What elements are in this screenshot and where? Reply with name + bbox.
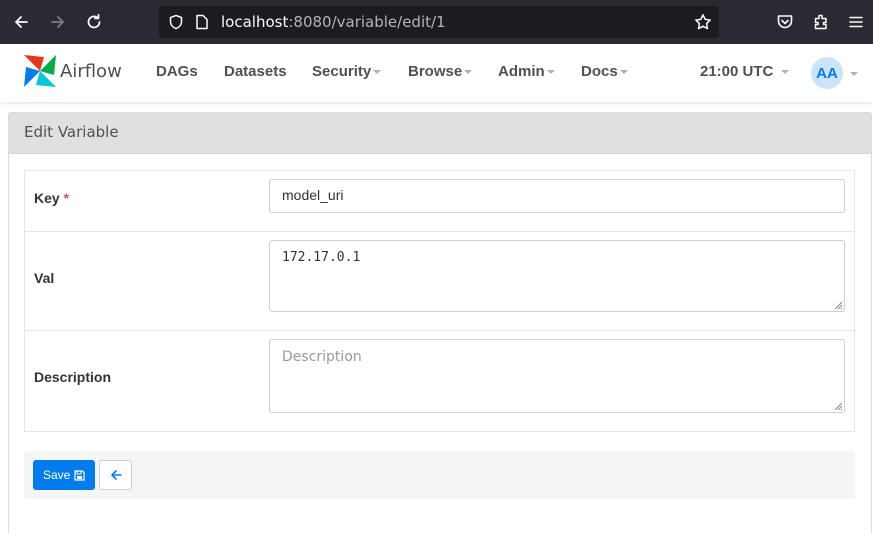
top-navbar: Airflow DAGs Datasets Security Browse Ad… [0, 44, 873, 102]
resize-grip-icon[interactable] [833, 401, 843, 411]
nav-datasets[interactable]: Datasets [224, 63, 287, 80]
avatar-initials: AA [816, 64, 838, 82]
pocket-button[interactable] [772, 9, 798, 35]
required-mark: * [63, 190, 70, 206]
back-arrow-icon [15, 16, 28, 28]
nav-browse[interactable]: Browse [408, 63, 473, 80]
val-label: Val [34, 270, 55, 286]
caret-down-icon [546, 70, 555, 75]
description-textarea[interactable]: Description [269, 339, 845, 413]
shield-icon [169, 14, 183, 30]
arrow-left-icon [110, 470, 122, 480]
key-input-value: model_uri [282, 187, 344, 203]
val-textarea-value: 172.17.0.1 [282, 250, 361, 265]
url-bar[interactable]: localhost:8080/variable/edit/1 [159, 6, 719, 38]
nav-admin[interactable]: Admin [498, 63, 555, 80]
variable-form: Key * model_uri Val 172.17.0.1 Descripti… [24, 170, 855, 432]
caret-down-icon[interactable] [850, 72, 858, 76]
edit-variable-panel: Edit Variable Key * model_uri Val 172.17… [8, 112, 872, 533]
url-text[interactable]: localhost:8080/variable/edit/1 [221, 13, 446, 31]
menu-icon [849, 16, 863, 28]
reload-icon [87, 13, 101, 29]
caret-down-icon [373, 70, 382, 75]
caret-down-icon [619, 70, 628, 75]
clock-label: 21:00 UTC [700, 63, 774, 80]
brand-link[interactable]: Airflow [22, 53, 122, 89]
nav-admin-label: Admin [498, 63, 545, 80]
extensions-button[interactable] [808, 9, 834, 35]
form-row-key: Key * model_uri [25, 171, 854, 232]
forward-arrow-icon [51, 16, 64, 28]
save-button[interactable]: Save [33, 460, 96, 490]
form-row-val: Val 172.17.0.1 [25, 232, 854, 331]
utc-clock[interactable]: 21:00 UTC [700, 63, 790, 80]
url-path: :8080/variable/edit/1 [288, 13, 446, 31]
pocket-icon [777, 15, 793, 29]
floppy-disk-icon [74, 469, 85, 481]
nav-datasets-label: Datasets [224, 63, 287, 80]
browser-back-button[interactable] [8, 9, 34, 35]
panel-title: Edit Variable [9, 113, 871, 154]
key-input[interactable]: model_uri [269, 179, 845, 213]
user-avatar[interactable]: AA [811, 57, 843, 89]
back-button[interactable] [99, 460, 132, 490]
page-icon [196, 14, 208, 30]
form-actions: Save [24, 451, 855, 499]
extensions-icon [814, 14, 827, 30]
nav-docs[interactable]: Docs [581, 63, 628, 80]
nav-security-label: Security [312, 63, 372, 80]
caret-down-icon [464, 70, 473, 75]
val-textarea[interactable]: 172.17.0.1 [269, 240, 845, 312]
nav-security[interactable]: Security [312, 63, 382, 80]
key-label-text: Key [34, 190, 60, 206]
app-menu-button[interactable] [843, 9, 869, 35]
description-placeholder: Description [282, 349, 362, 365]
browser-forward-button[interactable] [45, 9, 71, 35]
nav-browse-label: Browse [408, 63, 463, 80]
key-label: Key * [34, 190, 69, 206]
description-label: Description [34, 369, 112, 385]
resize-grip-icon[interactable] [833, 300, 843, 310]
nav-docs-label: Docs [581, 63, 618, 80]
brand-name: Airflow [60, 60, 122, 82]
caret-down-icon [781, 70, 790, 75]
airflow-logo-icon [24, 55, 56, 87]
save-button-label: Save [43, 468, 71, 482]
browser-reload-button[interactable] [81, 9, 107, 35]
browser-toolbar: localhost:8080/variable/edit/1 [0, 0, 873, 44]
url-host: localhost [221, 13, 289, 31]
form-row-description: Description Description [25, 331, 854, 431]
nav-dags-label: DAGs [156, 63, 198, 80]
bookmark-star-icon[interactable] [694, 13, 712, 31]
nav-dags[interactable]: DAGs [156, 63, 198, 80]
